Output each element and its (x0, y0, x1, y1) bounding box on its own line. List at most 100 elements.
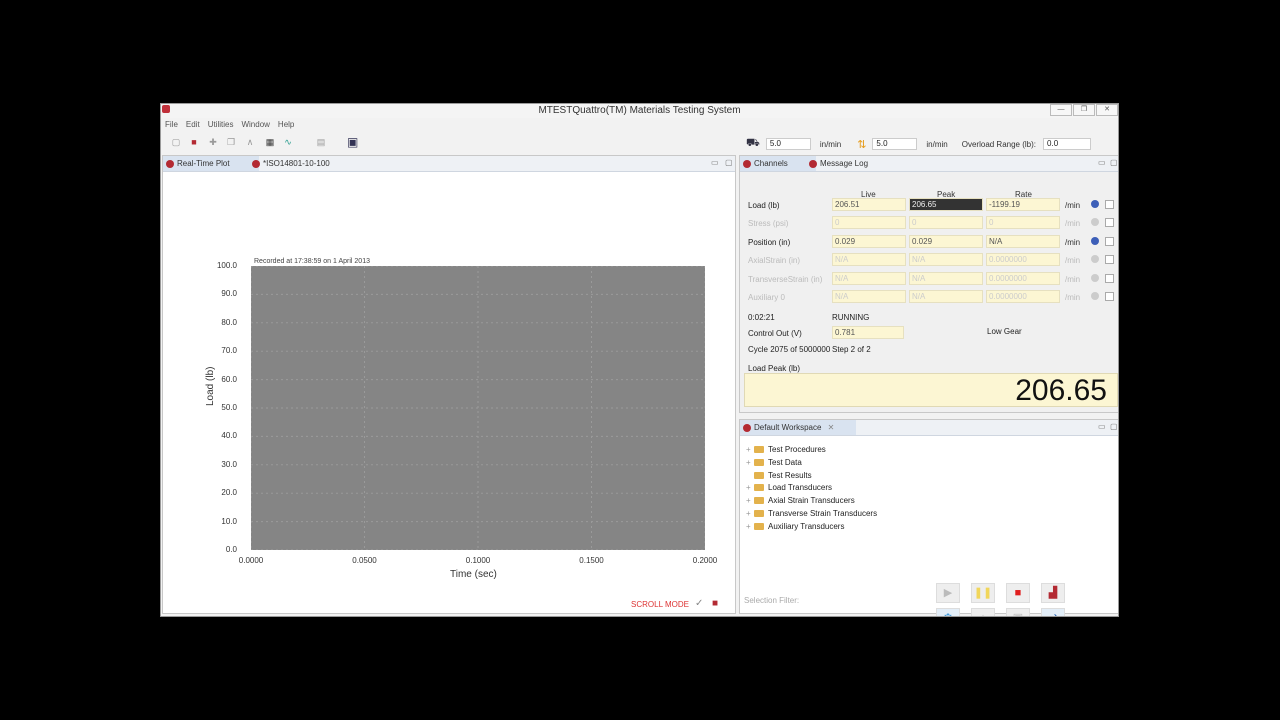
check-icon[interactable]: ✓ (695, 598, 703, 609)
channel-checkbox[interactable] (1105, 255, 1114, 264)
control-out-label: Control Out (V) (748, 329, 802, 338)
channel-checkbox[interactable] (1105, 274, 1114, 283)
workspace-item-label: Test Procedures (768, 445, 826, 454)
stop-button[interactable]: ■ (1006, 583, 1030, 603)
home-button[interactable]: ⌂ (971, 608, 995, 616)
minimize-view-icon[interactable]: ▭ (711, 158, 719, 167)
maximize-button[interactable]: ❐ (1073, 104, 1095, 116)
ramp-button[interactable]: ▟ (1041, 583, 1065, 603)
expand-icon[interactable]: + (746, 496, 754, 505)
plot-area[interactable] (251, 266, 705, 550)
close-tab-icon[interactable]: ✕ (828, 423, 835, 432)
snowflake-button[interactable]: ❄ (936, 608, 960, 616)
channel-name: TransverseStrain (in) (748, 275, 823, 284)
menu-help[interactable]: Help (274, 120, 298, 132)
tab-label: Message Log (820, 159, 869, 168)
live-value: 0 (832, 216, 906, 229)
expand-icon[interactable]: + (746, 509, 754, 518)
channel-checkbox[interactable] (1105, 292, 1114, 301)
minimize-button[interactable]: — (1050, 104, 1072, 116)
live-value: 206.51 (832, 198, 906, 211)
channel-checkbox[interactable] (1105, 200, 1114, 209)
minimize-view-icon[interactable]: ▭ (1098, 422, 1106, 431)
expand-icon[interactable]: + (746, 445, 754, 454)
selection-filter-label: Selection Filter: (744, 596, 800, 605)
speed-unit-1: in/min (819, 139, 842, 149)
expand-icon[interactable]: + (746, 522, 754, 531)
pause-button[interactable]: ❚❚ (971, 583, 995, 603)
workspace-item[interactable]: + Test Data (746, 458, 802, 467)
channel-radio[interactable] (1091, 218, 1099, 226)
channel-radio[interactable] (1091, 274, 1099, 282)
fixture-button[interactable]: ▣ (1006, 608, 1030, 616)
overload-input[interactable]: 0.0 (1043, 138, 1092, 150)
channel-radio[interactable] (1091, 200, 1099, 208)
close-button[interactable]: ✕ (1096, 104, 1118, 116)
tab-iso14801[interactable]: *ISO14801-10-100 (249, 156, 353, 171)
workspace-item-label: Load Transducers (768, 483, 833, 493)
live-value: 0.029 (832, 235, 906, 248)
menu-file[interactable]: File (161, 120, 182, 132)
channel-checkbox[interactable] (1105, 237, 1114, 246)
workspace-item[interactable]: + Auxiliary Transducers (746, 522, 844, 531)
menu-bar: File Edit Utilities Window Help (161, 120, 298, 132)
channel-radio[interactable] (1091, 237, 1099, 245)
maximize-view-icon[interactable]: ▢ (1110, 158, 1118, 167)
workspace-item[interactable]: + Axial Strain Transducers (746, 496, 855, 505)
rate-value: 0.0000000 (986, 272, 1060, 285)
tab-label: *ISO14801-10-100 (263, 159, 330, 168)
tab-default-workspace[interactable]: Default Workspace ✕ (740, 420, 856, 435)
channel-row: Auxiliary 0 N/A N/A 0.0000000/min (740, 290, 1118, 304)
layers-icon[interactable]: ▤ (316, 137, 326, 147)
minimize-view-icon[interactable]: ▭ (1098, 158, 1106, 167)
tab-label: Channels (754, 159, 788, 168)
expand-icon[interactable]: + (746, 458, 754, 467)
jog-button[interactable]: ⇌ (1041, 608, 1065, 616)
expand-icon[interactable]: + (746, 483, 754, 492)
rate-unit: /min (1065, 293, 1081, 302)
channel-radio[interactable] (1091, 255, 1099, 263)
folder-icon (754, 522, 764, 530)
channel-checkbox[interactable] (1105, 218, 1114, 227)
rate-value: 0 (986, 216, 1060, 229)
speed-input-2[interactable]: 5.0 (872, 138, 918, 150)
signal-icon[interactable]: ∿ (283, 137, 293, 147)
y-tick-label: 60.0 (221, 374, 237, 384)
new-file-icon[interactable]: ▢ (171, 137, 181, 147)
tab-channels[interactable]: Channels (740, 156, 816, 171)
tab-message-log[interactable]: Message Log (806, 156, 892, 171)
workspace-item[interactable]: + Test Procedures (746, 445, 826, 454)
channel-radio[interactable] (1091, 292, 1099, 300)
channel-row: Position (in) 0.029 0.029 N/A/min (740, 235, 1118, 249)
peak-value-cell: 0 (909, 216, 983, 229)
layout-icon[interactable]: ▣ (347, 136, 358, 148)
folder-icon (754, 446, 764, 453)
x-tick-label: 0.0000 (238, 556, 264, 565)
workspace-item[interactable]: + Transverse Strain Transducers (746, 509, 877, 518)
x-tick-label: 0.1500 (579, 556, 604, 565)
machine-icon[interactable]: ■ (189, 137, 199, 147)
tab-real-time-plot[interactable]: Real-Time Plot (163, 156, 259, 171)
channel-name: Stress (psi) (748, 219, 789, 228)
speed-input-1[interactable]: 5.0 (765, 138, 811, 150)
maximize-view-icon[interactable]: ▢ (1110, 422, 1118, 431)
maximize-view-icon[interactable]: ▢ (725, 158, 733, 167)
add-icon[interactable]: ✚ (208, 137, 218, 147)
speed-unit-2: in/min (926, 139, 948, 149)
curve-icon[interactable]: ∧ (245, 137, 255, 147)
workspace-item[interactable]: + Load Transducers (746, 483, 833, 493)
menu-edit[interactable]: Edit (182, 120, 204, 132)
plot-panel: Real-Time Plot *ISO14801-10-100 ▭ ▢ Reco… (162, 155, 736, 614)
workspace-item[interactable]: Test Results (754, 471, 812, 480)
menu-utilities[interactable]: Utilities (204, 120, 238, 132)
record-icon[interactable]: ■ (712, 598, 718, 609)
rate-unit: /min (1065, 275, 1081, 284)
menu-window[interactable]: Window (237, 120, 273, 132)
play-button[interactable]: ▶ (936, 583, 960, 603)
y-tick-label: 20.0 (221, 488, 237, 498)
copy-icon[interactable]: ❐ (226, 137, 236, 147)
table-icon[interactable]: ▦ (265, 137, 275, 147)
live-value: N/A (832, 253, 906, 266)
scroll-mode-label[interactable]: SCROLL MODE (631, 600, 689, 609)
channel-row: Load (lb) 206.51 206.65 -1199.19/min (740, 198, 1118, 212)
